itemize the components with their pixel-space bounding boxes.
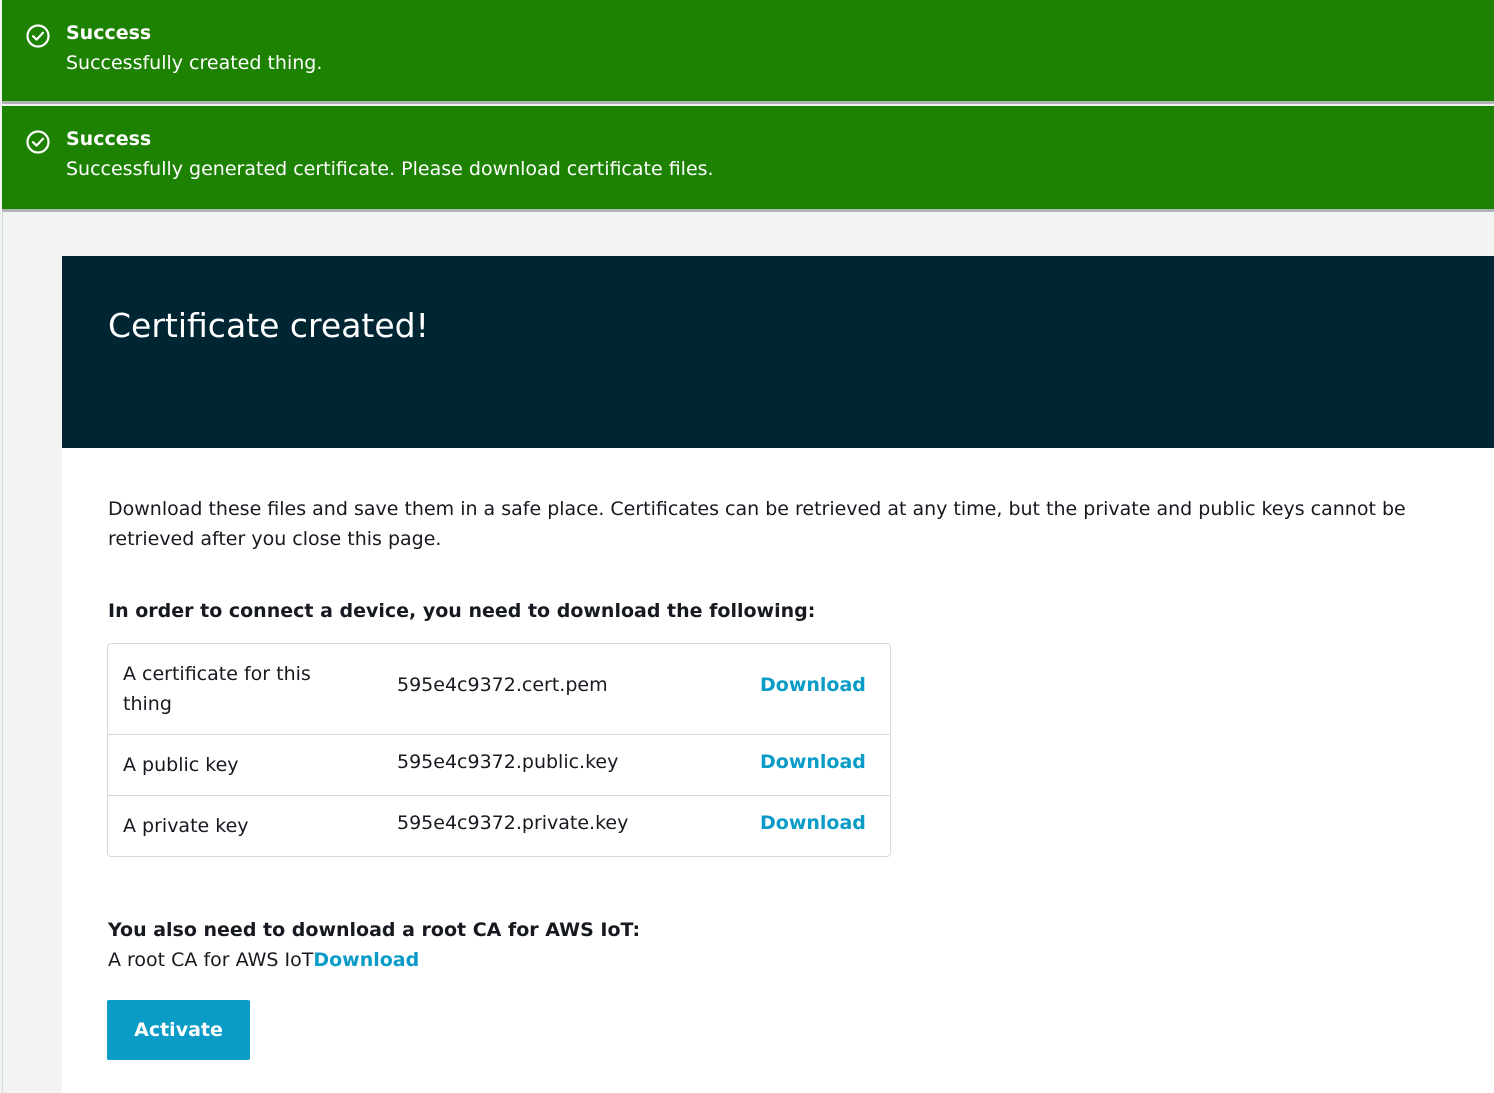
card-header: Certificate created! [62,256,1494,448]
flash-title: Success [66,22,152,44]
check-circle-icon [25,23,51,49]
download-private-key-link[interactable]: Download [760,812,866,834]
root-ca-row: A root CA for AWS IoTDownload [108,949,419,971]
download-root-ca-link[interactable]: Download [313,949,419,971]
file-description: A certificate for this thing [123,663,311,715]
certificate-card: Certificate created! Download these file… [62,256,1494,1093]
page-title: Certificate created! [108,306,429,345]
download-cert-link[interactable]: Download [760,674,866,696]
table-row: A certificate for this thing 595e4c9372.… [108,644,890,735]
root-ca-label: You also need to download a root CA for … [108,919,641,941]
file-description: A private key [123,815,249,837]
check-circle-icon [25,129,51,155]
root-ca-text: A root CA for AWS IoT [108,949,314,971]
download-public-key-link[interactable]: Download [760,751,866,773]
flash-message: Successfully created thing. [66,52,323,74]
flash-message: Successfully generated certificate. Plea… [66,158,714,180]
table-row: A private key 595e4c9372.private.key Dow… [108,796,890,856]
connect-label: In order to connect a device, you need t… [108,600,816,622]
file-description: A public key [123,754,239,776]
file-name: 595e4c9372.public.key [397,751,619,773]
flash-success-certificate: Success Successfully generated certifica… [2,106,1494,212]
flash-success-thing: Success Successfully created thing. [2,0,1494,104]
file-name: 595e4c9372.cert.pem [397,674,608,696]
flash-title: Success [66,128,152,150]
table-row: A public key 595e4c9372.public.key Downl… [108,735,890,796]
intro-text: Download these files and save them in a … [108,498,1406,550]
files-table: A certificate for this thing 595e4c9372.… [107,643,891,857]
activate-button[interactable]: Activate [107,1000,250,1060]
page-divider [2,212,3,1093]
file-name: 595e4c9372.private.key [397,812,629,834]
